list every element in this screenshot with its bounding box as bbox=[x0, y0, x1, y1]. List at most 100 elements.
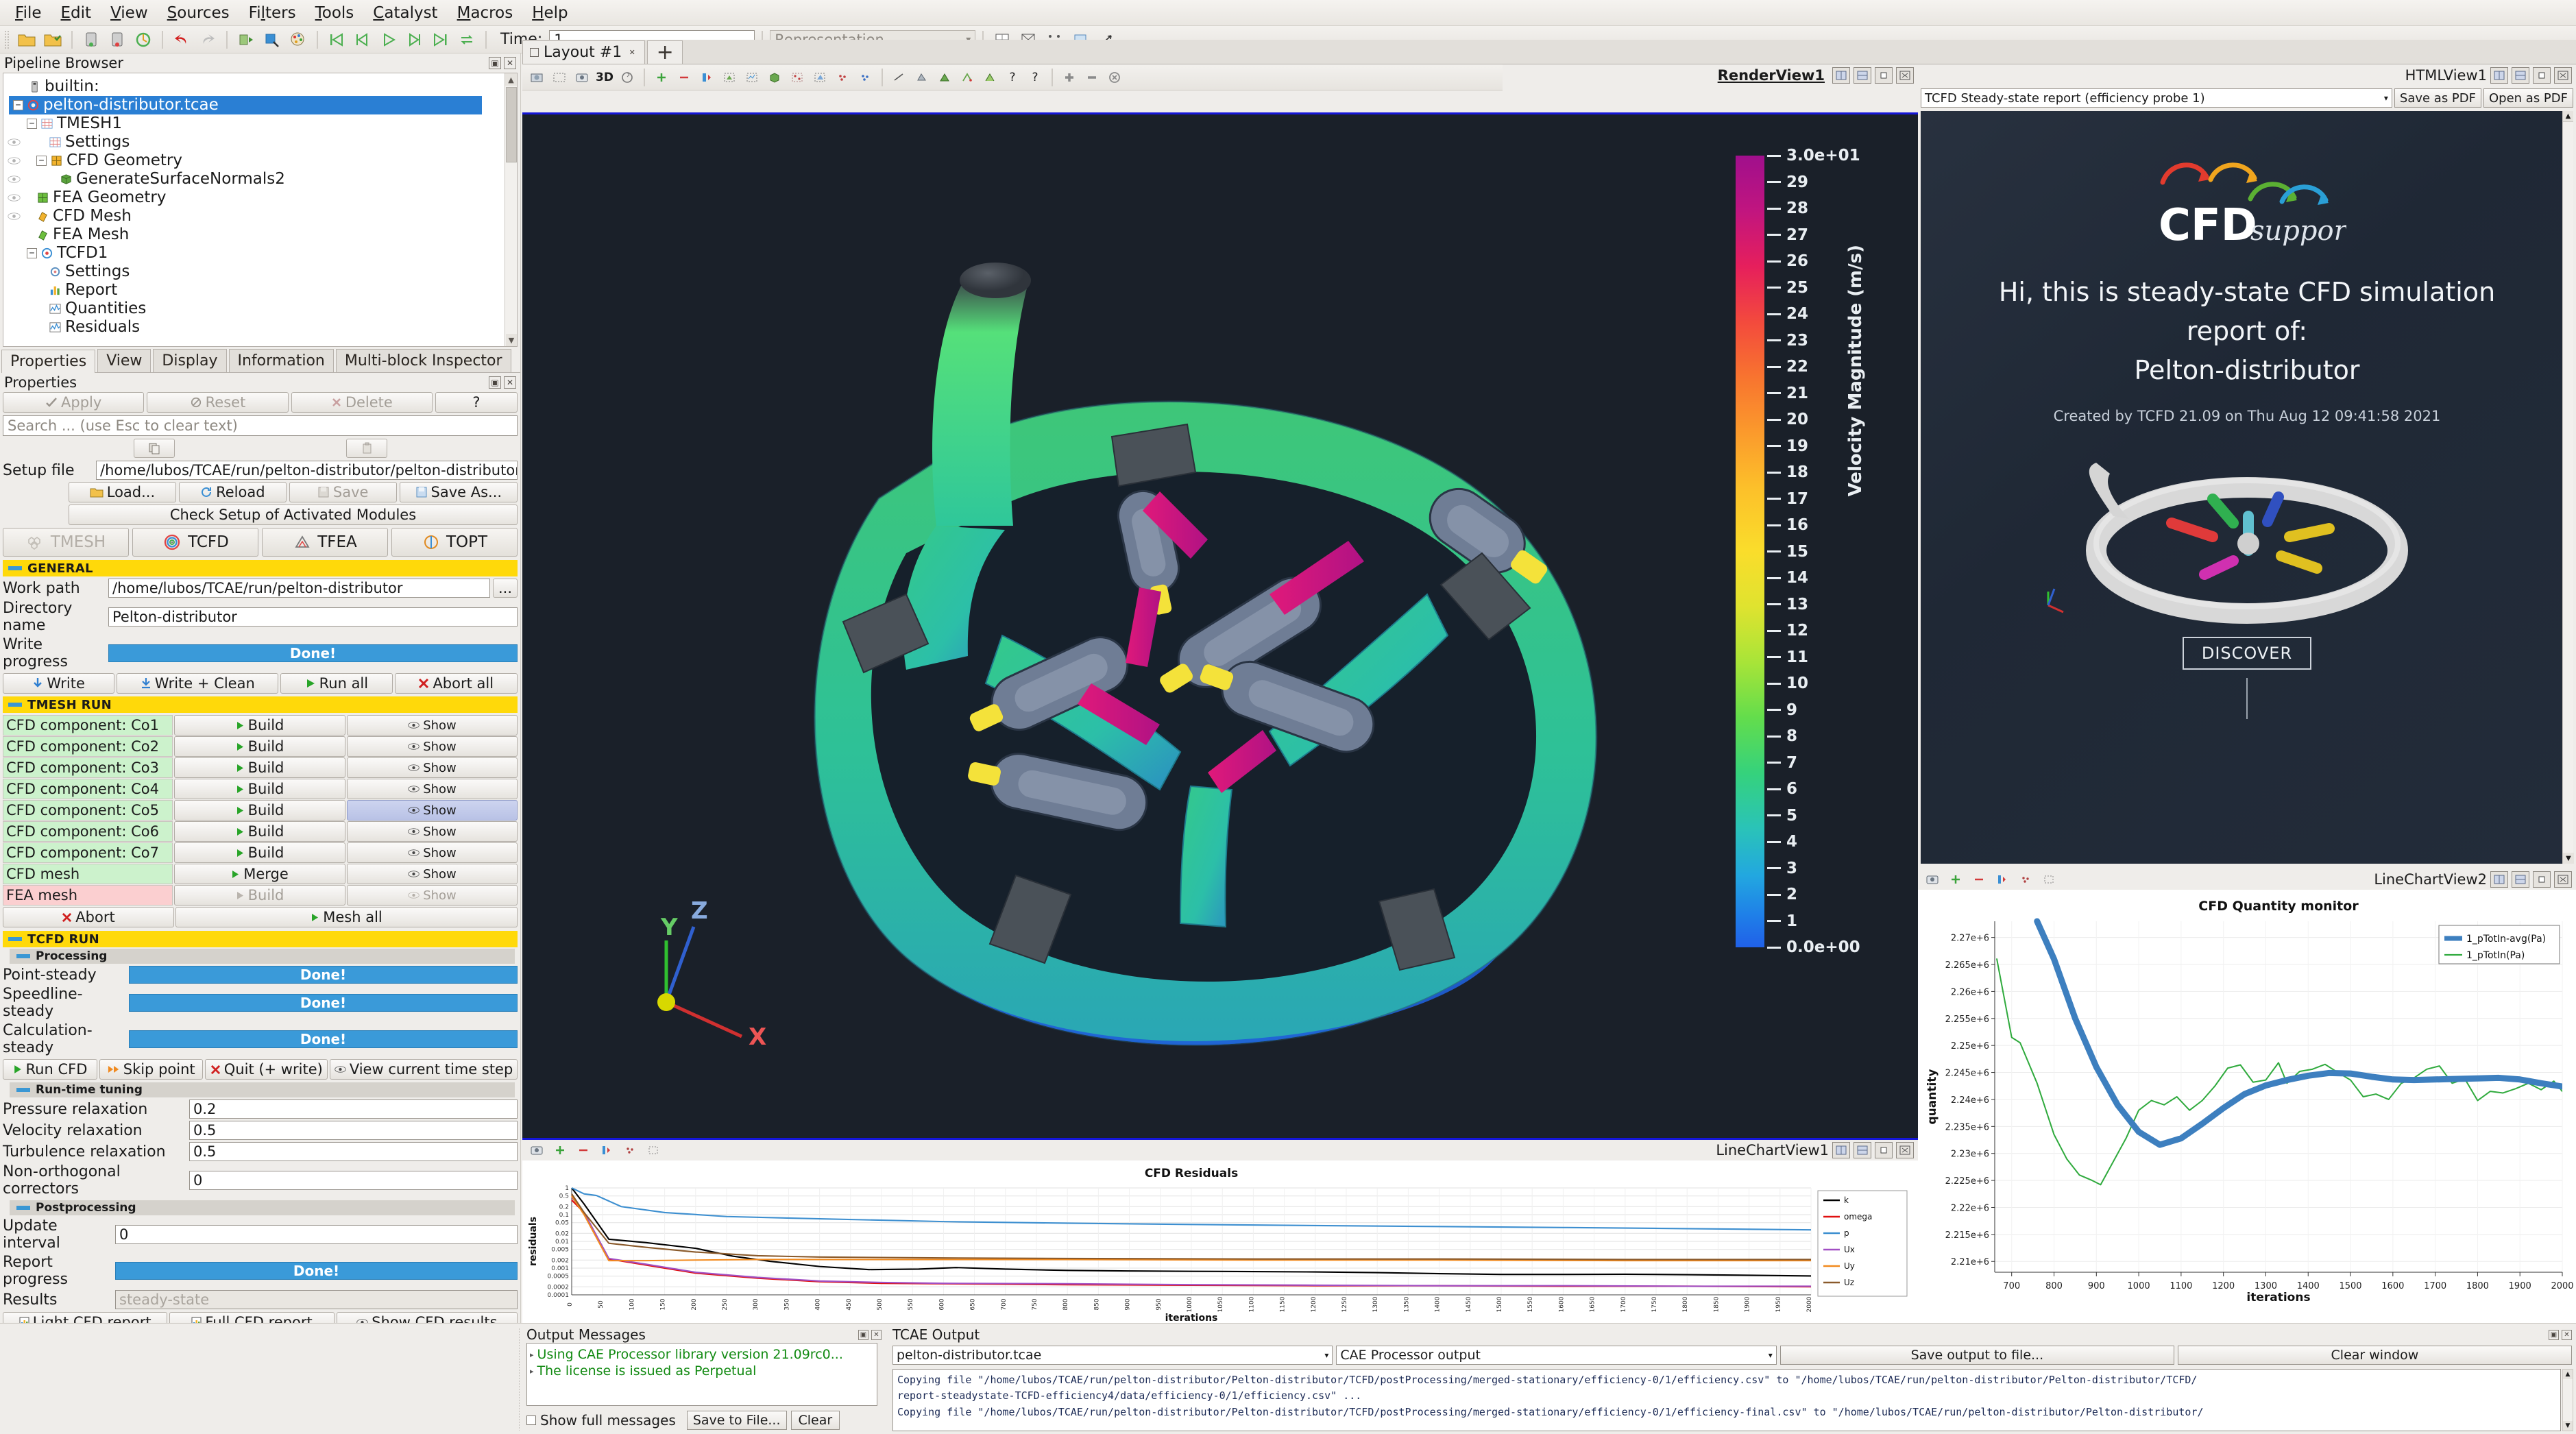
pipeline-node-residuals[interactable]: Residuals bbox=[13, 318, 517, 337]
add-layout-tab[interactable]: + bbox=[647, 40, 683, 64]
save-as-button[interactable]: Save As... bbox=[400, 482, 518, 502]
menu-item-tools[interactable]: Tools bbox=[306, 3, 364, 23]
work-path-input[interactable]: /home/lubos/TCAE/run/pelton-distributor bbox=[108, 579, 490, 598]
run-all-button[interactable]: Run all bbox=[280, 673, 392, 694]
save-as-pdf-button[interactable]: Save as PDF bbox=[2394, 88, 2481, 108]
clear-button[interactable]: Clear bbox=[791, 1411, 840, 1430]
save-to-file-button[interactable]: Save to File... bbox=[687, 1411, 787, 1430]
reset-button[interactable]: Reset bbox=[147, 392, 288, 413]
list-item[interactable]: ▸ The license is issued as Perpetual bbox=[530, 1363, 874, 1379]
scroll-up-icon[interactable]: ▲ bbox=[505, 73, 517, 86]
close-icon[interactable]: ✕ bbox=[627, 47, 637, 58]
report-select[interactable]: TCFD Steady-state report (efficiency pro… bbox=[1921, 88, 2392, 108]
reload-icon[interactable] bbox=[132, 29, 155, 51]
clip-icon[interactable] bbox=[912, 68, 932, 87]
build-button[interactable]: Build bbox=[174, 800, 345, 821]
mode-3d-label[interactable]: 3D bbox=[594, 68, 615, 87]
run-cfd-button[interactable]: Run CFD bbox=[3, 1059, 97, 1080]
menu-item-sources[interactable]: Sources bbox=[158, 3, 239, 23]
maximize-icon[interactable] bbox=[1875, 67, 1893, 84]
menu-item-view[interactable]: View bbox=[101, 3, 158, 23]
chart-rescale-icon[interactable] bbox=[1992, 870, 2013, 889]
tab-properties[interactable]: Properties bbox=[1, 350, 95, 373]
rescale-icon[interactable] bbox=[696, 68, 717, 87]
eye-icon[interactable] bbox=[8, 175, 21, 184]
play-icon[interactable] bbox=[377, 29, 400, 51]
point-data-icon[interactable] bbox=[787, 68, 807, 87]
close-icon[interactable] bbox=[2554, 67, 2572, 84]
clear-window-button[interactable]: Clear window bbox=[2178, 1346, 2572, 1365]
build-button[interactable]: Build bbox=[174, 842, 345, 863]
show-button[interactable]: Show bbox=[347, 715, 518, 736]
choose-colormap-icon[interactable] bbox=[742, 68, 762, 87]
module-tfea-button[interactable]: TFEA bbox=[262, 528, 388, 557]
close-icon[interactable]: ✕ bbox=[504, 57, 516, 69]
write-clean-button[interactable]: Write + Clean bbox=[117, 673, 278, 694]
module-tmesh-button[interactable]: TMESH bbox=[3, 528, 129, 557]
close-icon[interactable] bbox=[1896, 67, 1914, 84]
contour-icon[interactable] bbox=[957, 68, 977, 87]
tab-information[interactable]: Information bbox=[229, 349, 334, 372]
chart-select-box-icon[interactable] bbox=[2039, 870, 2059, 889]
save-button[interactable]: Save bbox=[289, 482, 397, 502]
pipeline-node-generatesurfacenormals2[interactable]: GenerateSurfaceNormals2 bbox=[13, 170, 517, 189]
split-vertical-icon[interactable] bbox=[2512, 67, 2529, 84]
show-button[interactable]: Show bbox=[347, 736, 518, 757]
menu-item-filters[interactable]: Filters bbox=[239, 3, 306, 23]
help-query2-icon[interactable]: ? bbox=[1025, 68, 1045, 87]
save-state-icon[interactable] bbox=[80, 29, 103, 51]
merge-button[interactable]: Merge bbox=[174, 864, 345, 884]
tab-display[interactable]: Display bbox=[153, 349, 226, 372]
select-cells-icon[interactable] bbox=[855, 68, 875, 87]
select-points-icon[interactable] bbox=[832, 68, 853, 87]
abort-all-button[interactable]: Abort all bbox=[395, 673, 518, 694]
check-setup-button[interactable]: Check Setup of Activated Modules bbox=[69, 505, 518, 525]
maximize-icon[interactable] bbox=[2533, 871, 2551, 888]
chart-select-box-icon[interactable] bbox=[643, 1141, 664, 1160]
show-full-messages-checkbox[interactable] bbox=[526, 1415, 536, 1425]
split-horizontal-icon[interactable] bbox=[2490, 871, 2508, 888]
undo-icon[interactable] bbox=[170, 29, 193, 51]
zoom-to-box-icon[interactable] bbox=[549, 68, 570, 87]
expander-icon[interactable]: − bbox=[27, 248, 37, 258]
chart-add-icon[interactable] bbox=[550, 1141, 570, 1160]
subsection-postprocessing[interactable]: Postprocessing bbox=[10, 1200, 515, 1215]
pipeline-node-tcfd1[interactable]: − TCFD1 bbox=[13, 244, 517, 263]
open-file-icon[interactable] bbox=[15, 29, 38, 51]
help-query-icon[interactable]: ? bbox=[1002, 68, 1023, 87]
scroll-down-icon[interactable]: ▼ bbox=[2563, 853, 2574, 864]
remove-axis-icon[interactable] bbox=[674, 68, 694, 87]
close-view-icon[interactable] bbox=[1104, 68, 1125, 87]
chart-add-icon[interactable] bbox=[1945, 870, 1966, 889]
output-messages-list[interactable]: ▸ Using CAE Processor library version 21… bbox=[526, 1343, 877, 1406]
color-palette-icon[interactable] bbox=[287, 29, 310, 51]
search-input[interactable]: Search ... (use Esc to clear text) bbox=[3, 415, 518, 436]
pipeline-browser[interactable]: builtin: − pelton-distributor.tcae − TME… bbox=[3, 73, 518, 347]
nonorthogonal-correctors-input[interactable]: 0 bbox=[189, 1171, 518, 1190]
split-horizontal-icon[interactable] bbox=[1832, 67, 1850, 84]
camera-icon[interactable] bbox=[234, 29, 258, 51]
edit-colormap-icon[interactable] bbox=[719, 68, 740, 87]
build-button[interactable]: Build bbox=[174, 779, 345, 799]
velocity-relaxation-input[interactable]: 0.5 bbox=[189, 1121, 518, 1140]
quantity-chart-canvas[interactable]: CFD Quantity monitor2.21e+62.215e+62.22e… bbox=[1918, 890, 2576, 1323]
undock-icon[interactable]: ▣ bbox=[489, 376, 501, 389]
rotate-icon[interactable] bbox=[617, 68, 637, 87]
tcae-log-scrollbar[interactable]: ▲ ▼ bbox=[2562, 1369, 2573, 1431]
pipeline-scrollbar[interactable]: ▲ ▼ bbox=[505, 73, 517, 346]
save-output-to-file-button[interactable]: Save output to file... bbox=[1780, 1346, 2174, 1365]
help-button[interactable]: ? bbox=[435, 392, 518, 413]
pressure-relaxation-input[interactable]: 0.2 bbox=[189, 1099, 518, 1119]
section-tcfd-run[interactable]: TCFD RUN bbox=[3, 931, 518, 947]
scroll-down-icon[interactable]: ▼ bbox=[2563, 1421, 2573, 1431]
show-button[interactable]: Show bbox=[347, 757, 518, 778]
module-topt-button[interactable]: TOPT bbox=[391, 528, 518, 557]
module-tcfd-button[interactable]: TCFD bbox=[132, 528, 258, 557]
undock-icon[interactable]: ▣ bbox=[858, 1330, 868, 1340]
split-vertical-icon[interactable] bbox=[1854, 1142, 1871, 1158]
ruler-icon[interactable] bbox=[889, 68, 910, 87]
next-frame-icon[interactable] bbox=[403, 29, 426, 51]
undock-icon[interactable]: ▣ bbox=[489, 57, 501, 69]
paste-properties-button[interactable] bbox=[346, 439, 387, 458]
remove-view-icon[interactable] bbox=[1082, 68, 1102, 87]
